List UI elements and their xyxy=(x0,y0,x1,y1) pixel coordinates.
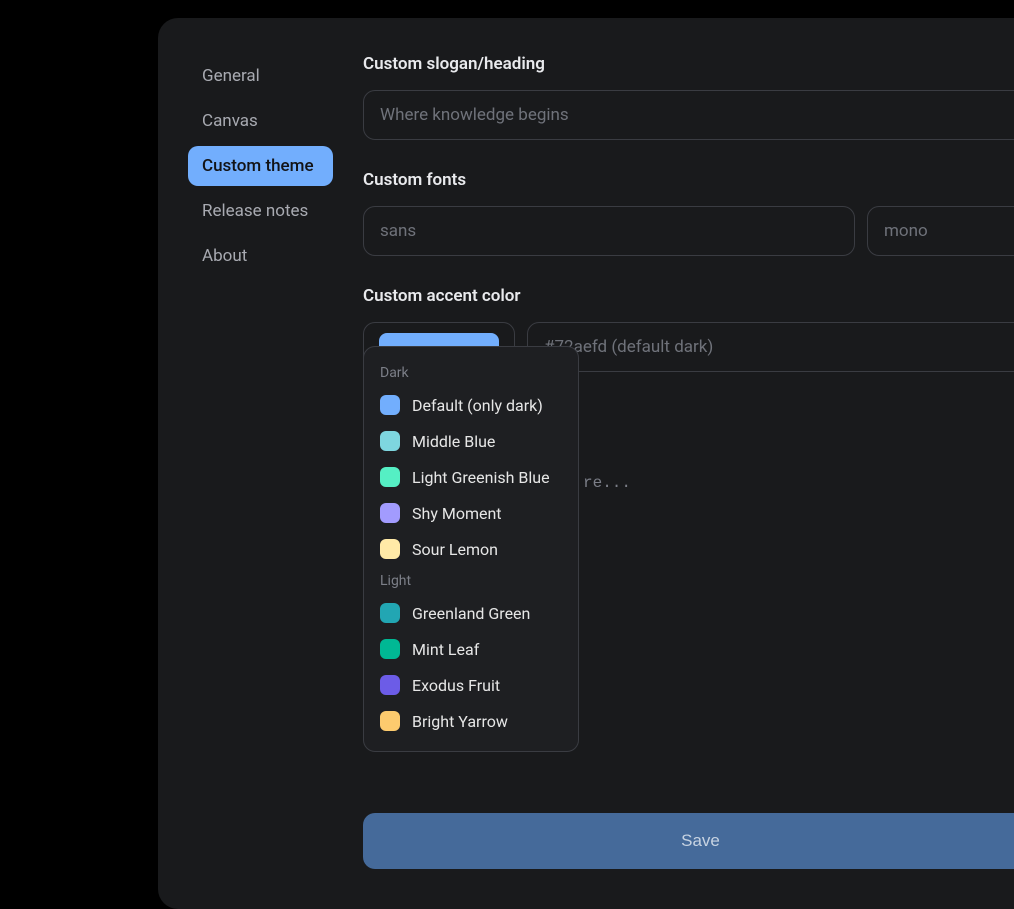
color-dot-icon xyxy=(380,539,400,559)
color-dot-icon xyxy=(380,395,400,415)
sidebar-item-general[interactable]: General xyxy=(188,56,333,96)
color-option-label: Middle Blue xyxy=(412,432,495,451)
slogan-input[interactable] xyxy=(363,90,1014,140)
color-option-label: Shy Moment xyxy=(412,504,502,523)
color-dot-icon xyxy=(380,711,400,731)
sidebar-item-canvas[interactable]: Canvas xyxy=(188,101,333,141)
color-option-label: Bright Yarrow xyxy=(412,712,508,731)
color-option-shy-moment[interactable]: Shy Moment xyxy=(364,495,578,531)
color-option-label: Sour Lemon xyxy=(412,540,498,559)
slogan-section: Custom slogan/heading xyxy=(363,54,1014,140)
sidebar-item-release-notes[interactable]: Release notes xyxy=(188,191,333,231)
color-option-sour-lemon[interactable]: Sour Lemon xyxy=(364,531,578,567)
color-dot-icon xyxy=(380,503,400,523)
sidebar-item-custom-theme[interactable]: Custom theme xyxy=(188,146,333,186)
color-option-label: Exodus Fruit xyxy=(412,676,500,695)
css-hint-text: re... xyxy=(583,474,631,492)
color-option-default-dark[interactable]: Default (only dark) xyxy=(364,387,578,423)
color-dot-icon xyxy=(380,675,400,695)
color-dot-icon xyxy=(380,467,400,487)
color-dot-icon xyxy=(380,603,400,623)
color-option-greenland-green[interactable]: Greenland Green xyxy=(364,595,578,631)
dropdown-group-light: Light xyxy=(364,567,578,595)
color-option-middle-blue[interactable]: Middle Blue xyxy=(364,423,578,459)
slogan-heading: Custom slogan/heading xyxy=(363,54,1014,74)
color-option-exodus-fruit[interactable]: Exodus Fruit xyxy=(364,667,578,703)
accent-color-dropdown: Dark Default (only dark) Middle Blue Lig… xyxy=(363,346,579,752)
color-option-label: Light Greenish Blue xyxy=(412,468,550,487)
accent-hex-input[interactable] xyxy=(527,322,1014,372)
color-dot-icon xyxy=(380,639,400,659)
color-dot-icon xyxy=(380,431,400,451)
color-option-bright-yarrow[interactable]: Bright Yarrow xyxy=(364,703,578,739)
settings-modal: General Canvas Custom theme Release note… xyxy=(158,18,1014,909)
color-option-light-greenish-blue[interactable]: Light Greenish Blue xyxy=(364,459,578,495)
sidebar-item-about[interactable]: About xyxy=(188,236,333,276)
mono-font-input[interactable] xyxy=(867,206,1014,256)
color-option-mint-leaf[interactable]: Mint Leaf xyxy=(364,631,578,667)
dropdown-group-dark: Dark xyxy=(364,359,578,387)
color-option-label: Greenland Green xyxy=(412,604,530,623)
sans-font-input[interactable] xyxy=(363,206,855,256)
save-button[interactable]: Save xyxy=(363,813,1014,869)
fonts-section: Custom fonts xyxy=(363,170,1014,256)
fonts-heading: Custom fonts xyxy=(363,170,1014,190)
color-option-label: Mint Leaf xyxy=(412,640,479,659)
settings-content: Custom slogan/heading Custom fonts Custo… xyxy=(363,18,1014,909)
accent-heading: Custom accent color xyxy=(363,286,1014,306)
settings-sidebar: General Canvas Custom theme Release note… xyxy=(158,18,363,909)
color-option-label: Default (only dark) xyxy=(412,396,543,415)
